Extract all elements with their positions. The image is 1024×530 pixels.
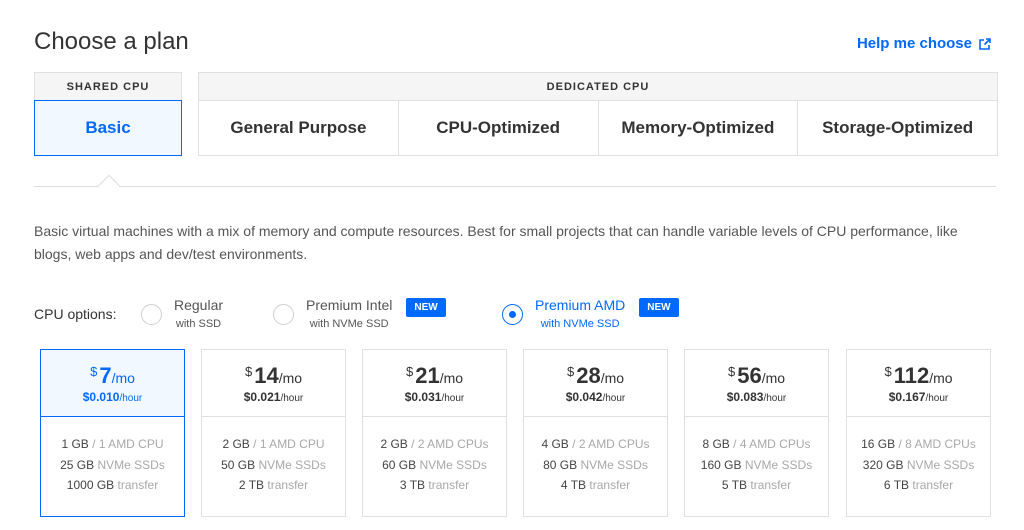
- active-tab-pointer: [97, 174, 121, 198]
- radio-regular[interactable]: [141, 303, 162, 325]
- cpu-option-premium-intel[interactable]: Premium Intel with NVMe SSD NEW: [273, 296, 446, 332]
- cpu-options-label: CPU options:: [34, 306, 117, 322]
- tab-storage-optimized[interactable]: Storage-Optimized: [797, 101, 997, 155]
- hourly-price: $0.083/hour: [726, 389, 787, 404]
- plan-price: $ 21 /mo: [406, 363, 463, 389]
- option-subtitle: with SSD: [175, 318, 222, 330]
- plan-specs: 1 GB / 1 AMD CPU 25 GB NVMe SSDs 1000 GB…: [60, 437, 165, 492]
- cpu-option-regular[interactable]: Regular with SSD: [141, 296, 223, 332]
- plan-card-21[interactable]: $ 21 /mo $0.031/hour 2 GB / 2 AMD CPUs 6…: [362, 349, 507, 517]
- option-subtitle: with NVMe SSD: [540, 318, 620, 330]
- currency-symbol: $: [884, 363, 892, 379]
- plan-list: $ 7 /mo $0.010/hour 1 GB / 1 AMD CPU 25 …: [40, 349, 992, 519]
- currency-symbol: $: [566, 363, 575, 379]
- plan-tabs: SHARED CPU Basic DEDICATED CPU General P…: [34, 72, 998, 156]
- price-period: /mo: [439, 369, 464, 386]
- plan-specs: 16 GB / 8 AMD CPUs 320 GB NVMe SSDs 6 TB…: [861, 437, 976, 492]
- price-amount: 28: [576, 362, 601, 388]
- plan-card-14[interactable]: $ 14 /mo $0.021/hour 2 GB / 1 AMD CPU 50…: [201, 349, 346, 517]
- cpu-options: CPU options: Regular with SSD Premium In…: [34, 296, 734, 336]
- page-title: Choose a plan: [34, 28, 189, 55]
- help-me-choose-link[interactable]: Help me choose: [857, 35, 992, 52]
- radio-premium-intel[interactable]: [273, 303, 294, 325]
- plan-price: $ 28 /mo: [567, 363, 624, 389]
- plan-specs: 8 GB / 4 AMD CPUs 160 GB NVMe SSDs 5 TB …: [700, 437, 813, 492]
- currency-symbol: $: [405, 363, 414, 379]
- external-link-icon: [979, 37, 991, 50]
- radio-premium-amd[interactable]: [502, 303, 523, 325]
- dedicated-cpu-group: DEDICATED CPU General Purpose CPU-Optimi…: [198, 72, 998, 156]
- new-badge: NEW: [639, 298, 679, 317]
- plan-card-112[interactable]: $ 112 /mo $0.167/hour 16 GB / 8 AMD CPUs…: [846, 349, 991, 517]
- currency-symbol: $: [727, 363, 736, 379]
- new-badge: NEW: [406, 298, 446, 317]
- price-period: /mo: [600, 369, 625, 386]
- hourly-price: $0.010/hour: [82, 389, 143, 404]
- option-title: Premium AMD: [535, 297, 626, 313]
- dedicated-cpu-header: DEDICATED CPU: [198, 72, 998, 100]
- hourly-price: $0.021/hour: [243, 389, 304, 404]
- tab-memory-optimized[interactable]: Memory-Optimized: [597, 101, 798, 155]
- option-title: Regular: [174, 297, 224, 313]
- hourly-price: $0.042/hour: [565, 389, 626, 404]
- tab-divider: [34, 186, 996, 187]
- option-subtitle: with NVMe SSD: [309, 318, 389, 330]
- price-amount: 21: [415, 362, 440, 388]
- plan-specs: 4 GB / 2 AMD CPUs 80 GB NVMe SSDs 4 TB t…: [541, 437, 650, 492]
- price-amount: 56: [737, 362, 762, 388]
- cpu-option-premium-amd[interactable]: Premium AMD with NVMe SSD NEW: [502, 296, 679, 332]
- price-amount: 7: [99, 362, 112, 388]
- plan-card-7[interactable]: $ 7 /mo $0.010/hour 1 GB / 1 AMD CPU 25 …: [40, 349, 185, 517]
- plan-specs: 2 GB / 1 AMD CPU 50 GB NVMe SSDs 2 TB tr…: [221, 437, 326, 492]
- plan-card-56[interactable]: $ 56 /mo $0.083/hour 8 GB / 4 AMD CPUs 1…: [684, 349, 829, 517]
- plan-description: Basic virtual machines with a mix of mem…: [34, 223, 958, 262]
- plan-price: $ 56 /mo: [728, 363, 785, 389]
- plan-price: $ 7 /mo: [90, 363, 135, 389]
- hourly-price: $0.167/hour: [888, 389, 949, 404]
- tab-general-purpose[interactable]: General Purpose: [199, 101, 398, 155]
- price-amount: 14: [254, 362, 279, 388]
- shared-cpu-header: SHARED CPU: [34, 72, 182, 100]
- tab-cpu-optimized[interactable]: CPU-Optimized: [397, 101, 598, 155]
- price-period: /mo: [761, 369, 786, 386]
- plan-price: $ 14 /mo: [245, 363, 302, 389]
- plan-card-28[interactable]: $ 28 /mo $0.042/hour 4 GB / 2 AMD CPUs 8…: [523, 349, 668, 517]
- shared-cpu-group: SHARED CPU Basic: [34, 72, 182, 156]
- help-link-label: Help me choose: [856, 35, 972, 52]
- plan-specs: 2 GB / 2 AMD CPUs 60 GB NVMe SSDs 3 TB t…: [380, 437, 489, 492]
- price-period: /mo: [278, 369, 303, 386]
- currency-symbol: $: [244, 363, 253, 379]
- hourly-price: $0.031/hour: [404, 389, 465, 404]
- currency-symbol: $: [90, 363, 98, 379]
- tab-basic[interactable]: Basic: [34, 100, 182, 156]
- price-period: /mo: [929, 369, 953, 386]
- option-title: Premium Intel: [306, 297, 393, 313]
- price-amount: 112: [893, 362, 930, 388]
- price-period: /mo: [111, 369, 135, 386]
- plan-price: $ 112 /mo: [884, 363, 952, 389]
